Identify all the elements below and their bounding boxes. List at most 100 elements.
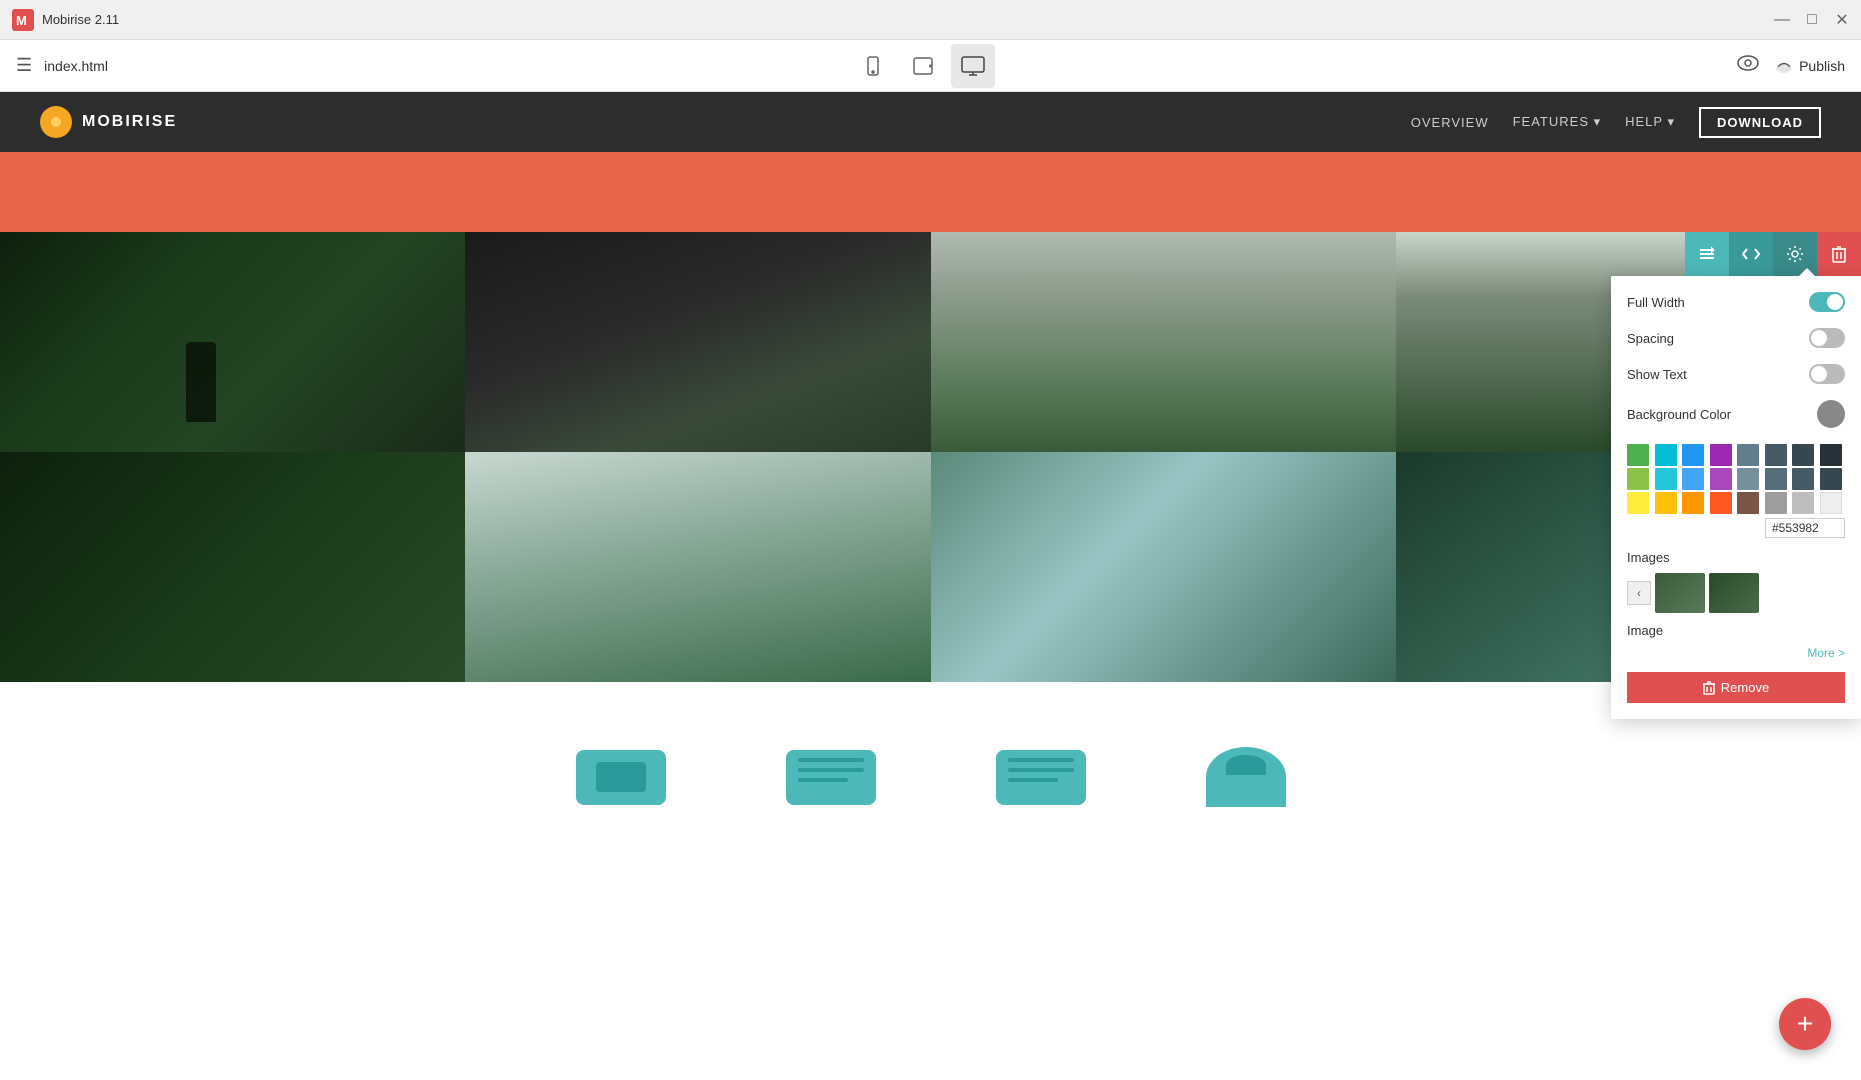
show-text-label: Show Text bbox=[1627, 367, 1687, 382]
gallery-image-6 bbox=[465, 452, 930, 682]
site-navbar: MOBIRISE OVERVIEW FEATURES ▾ HELP ▾ DOWN… bbox=[0, 92, 1861, 152]
gallery-cell-1 bbox=[0, 232, 465, 452]
color-swatch-lightgrey[interactable] bbox=[1792, 492, 1814, 514]
feature-icon-4 bbox=[1206, 747, 1286, 807]
publish-label: Publish bbox=[1799, 58, 1845, 74]
color-swatch-verylightgrey[interactable] bbox=[1820, 492, 1842, 514]
color-swatch-deeporange[interactable] bbox=[1710, 492, 1732, 514]
gallery-image-2 bbox=[465, 232, 930, 452]
bg-color-label: Background Color bbox=[1627, 407, 1731, 422]
maximize-button[interactable]: □ bbox=[1805, 13, 1819, 27]
color-palette-section bbox=[1627, 444, 1845, 538]
gallery-image-3 bbox=[931, 232, 1396, 452]
titlebar-left: M Mobirise 2.11 bbox=[12, 9, 119, 31]
gallery-image-7 bbox=[931, 452, 1396, 682]
desktop-device-button[interactable] bbox=[951, 44, 995, 88]
mobile-device-button[interactable] bbox=[851, 44, 895, 88]
app-title: Mobirise 2.11 bbox=[42, 12, 119, 27]
gallery-grid bbox=[0, 232, 1861, 682]
images-section: Images ‹ bbox=[1627, 550, 1845, 613]
color-swatch-darkest[interactable] bbox=[1820, 444, 1842, 466]
fab-icon: + bbox=[1797, 1008, 1813, 1040]
site-logo-text: MOBIRISE bbox=[82, 113, 177, 131]
color-swatch-bluegrey[interactable] bbox=[1737, 444, 1759, 466]
image-thumbs: ‹ bbox=[1627, 573, 1845, 613]
section-toolbar bbox=[1685, 232, 1861, 276]
color-swatch-lightblue[interactable] bbox=[1682, 468, 1704, 490]
image-single-label: Image bbox=[1627, 623, 1845, 638]
image-thumb-1 bbox=[1655, 573, 1705, 613]
color-swatch-grey3[interactable] bbox=[1792, 468, 1814, 490]
nav-features[interactable]: FEATURES ▾ bbox=[1513, 114, 1602, 130]
site-preview: MOBIRISE OVERVIEW FEATURES ▾ HELP ▾ DOWN… bbox=[0, 92, 1861, 872]
app-logo-icon: M bbox=[12, 9, 34, 31]
nav-download-button[interactable]: DOWNLOAD bbox=[1699, 107, 1821, 138]
color-swatch-brown[interactable] bbox=[1737, 492, 1759, 514]
color-swatch-purple[interactable] bbox=[1710, 444, 1732, 466]
color-swatch-grey4[interactable] bbox=[1820, 468, 1842, 490]
image-prev-button[interactable]: ‹ bbox=[1627, 581, 1651, 605]
color-swatch-lightgreen[interactable] bbox=[1627, 468, 1649, 490]
show-text-toggle[interactable] bbox=[1809, 364, 1845, 384]
color-swatch-darker[interactable] bbox=[1792, 444, 1814, 466]
full-width-label: Full Width bbox=[1627, 295, 1685, 310]
menu-icon[interactable]: ☰ bbox=[16, 55, 32, 76]
color-swatch-grey1[interactable] bbox=[1737, 468, 1759, 490]
site-logo-icon bbox=[40, 106, 72, 138]
full-width-toggle[interactable] bbox=[1809, 292, 1845, 312]
fab-add-button[interactable]: + bbox=[1779, 998, 1831, 1050]
feature-icon-1 bbox=[576, 750, 666, 805]
gallery-cell-7 bbox=[931, 452, 1396, 682]
delete-button[interactable] bbox=[1817, 232, 1861, 276]
device-icons-group bbox=[851, 44, 995, 88]
color-swatch-cyan[interactable] bbox=[1655, 444, 1677, 466]
color-swatch-yellow[interactable] bbox=[1627, 492, 1649, 514]
toolbar: ☰ index.html bbox=[0, 40, 1861, 92]
toolbar-right: Publish bbox=[1737, 54, 1845, 77]
titlebar-controls: — □ ✕ bbox=[1775, 13, 1849, 27]
gallery-cell-6 bbox=[465, 452, 930, 682]
full-width-row: Full Width bbox=[1627, 292, 1845, 312]
site-nav: OVERVIEW FEATURES ▾ HELP ▾ DOWNLOAD bbox=[1411, 107, 1821, 138]
nav-overview[interactable]: OVERVIEW bbox=[1411, 115, 1489, 130]
feature-shape-4 bbox=[1206, 747, 1286, 807]
color-hex-input[interactable] bbox=[1765, 518, 1845, 538]
image-thumb-2 bbox=[1709, 573, 1759, 613]
code-button[interactable] bbox=[1729, 232, 1773, 276]
gallery-image-1 bbox=[0, 232, 465, 452]
color-swatch-grid bbox=[1627, 444, 1845, 514]
remove-label: Remove bbox=[1721, 680, 1769, 695]
color-swatch-medgrey[interactable] bbox=[1765, 492, 1787, 514]
bottom-section bbox=[0, 682, 1861, 872]
color-swatch-darkbluegrey[interactable] bbox=[1765, 444, 1787, 466]
color-swatch-orange[interactable] bbox=[1682, 492, 1704, 514]
publish-button[interactable]: Publish bbox=[1775, 58, 1845, 74]
bg-color-row: Background Color bbox=[1627, 400, 1845, 428]
color-swatch-lightcyan[interactable] bbox=[1655, 468, 1677, 490]
color-swatch-green[interactable] bbox=[1627, 444, 1649, 466]
minimize-button[interactable]: — bbox=[1775, 13, 1789, 27]
remove-button[interactable]: Remove bbox=[1627, 672, 1845, 703]
color-swatch-blue[interactable] bbox=[1682, 444, 1704, 466]
nav-help[interactable]: HELP ▾ bbox=[1625, 114, 1675, 130]
feature-shape-1 bbox=[576, 750, 666, 805]
color-swatch-lightpurple[interactable] bbox=[1710, 468, 1732, 490]
spacing-label: Spacing bbox=[1627, 331, 1674, 346]
tablet-device-button[interactable] bbox=[901, 44, 945, 88]
gallery-image-5 bbox=[0, 452, 465, 682]
feature-icon-3 bbox=[996, 750, 1086, 805]
color-swatch-amber[interactable] bbox=[1655, 492, 1677, 514]
toolbar-left: ☰ index.html bbox=[16, 55, 108, 76]
gallery-section: Full Width Spacing Show Text bbox=[0, 232, 1861, 682]
orange-strip bbox=[0, 152, 1861, 232]
color-swatch-grey2[interactable] bbox=[1765, 468, 1787, 490]
show-text-row: Show Text bbox=[1627, 364, 1845, 384]
reorder-button[interactable] bbox=[1685, 232, 1729, 276]
images-label: Images bbox=[1627, 550, 1845, 565]
gallery-cell-3 bbox=[931, 232, 1396, 452]
more-link[interactable]: More > bbox=[1627, 646, 1845, 660]
close-button[interactable]: ✕ bbox=[1835, 13, 1849, 27]
spacing-toggle[interactable] bbox=[1809, 328, 1845, 348]
preview-icon[interactable] bbox=[1737, 54, 1759, 77]
bg-color-swatch[interactable] bbox=[1817, 400, 1845, 428]
